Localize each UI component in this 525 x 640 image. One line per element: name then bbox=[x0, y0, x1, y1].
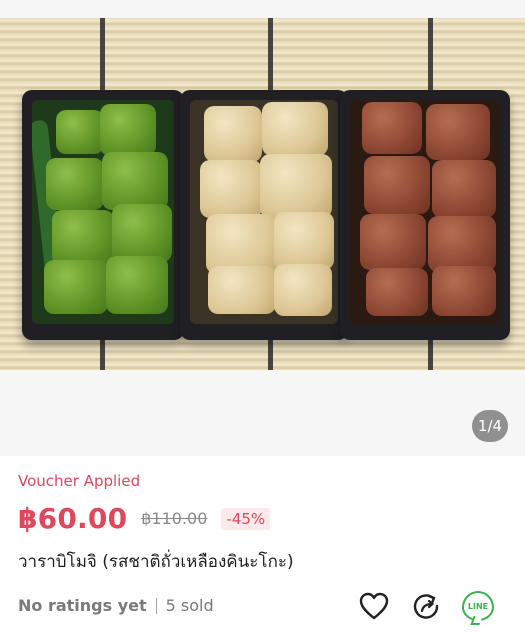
product-photo bbox=[0, 18, 525, 370]
line-share-button[interactable]: LINE bbox=[461, 589, 495, 623]
heart-icon bbox=[359, 592, 389, 620]
product-title: วาราบิโมจิ (รสชาติถั่วเหลืองคินะโกะ) bbox=[18, 552, 294, 572]
line-label: LINE bbox=[467, 601, 489, 611]
product-actions: LINE bbox=[339, 589, 495, 623]
matcha-tray bbox=[22, 90, 184, 340]
share-icon bbox=[413, 594, 439, 619]
share-button[interactable] bbox=[409, 589, 443, 623]
discount-badge: -45% bbox=[221, 507, 271, 530]
original-price: ฿110.00 bbox=[141, 509, 208, 528]
price-row: ฿60.00 ฿110.00 -45% bbox=[18, 502, 271, 535]
product-meta: No ratings yet 5 sold bbox=[18, 596, 214, 615]
favorite-button[interactable] bbox=[357, 589, 391, 623]
product-image-gallery[interactable]: 1/4 bbox=[0, 0, 525, 456]
current-price: ฿60.00 bbox=[18, 502, 128, 535]
cocoa-tray bbox=[340, 90, 510, 340]
sold-count: 5 sold bbox=[165, 596, 214, 615]
voucher-applied-label: Voucher Applied bbox=[18, 472, 141, 490]
meta-divider bbox=[155, 597, 157, 614]
ratings-text[interactable]: No ratings yet bbox=[18, 596, 147, 615]
kinako-tray bbox=[180, 90, 348, 340]
line-share-icon: LINE bbox=[462, 591, 494, 621]
image-counter: 1/4 bbox=[472, 410, 508, 442]
